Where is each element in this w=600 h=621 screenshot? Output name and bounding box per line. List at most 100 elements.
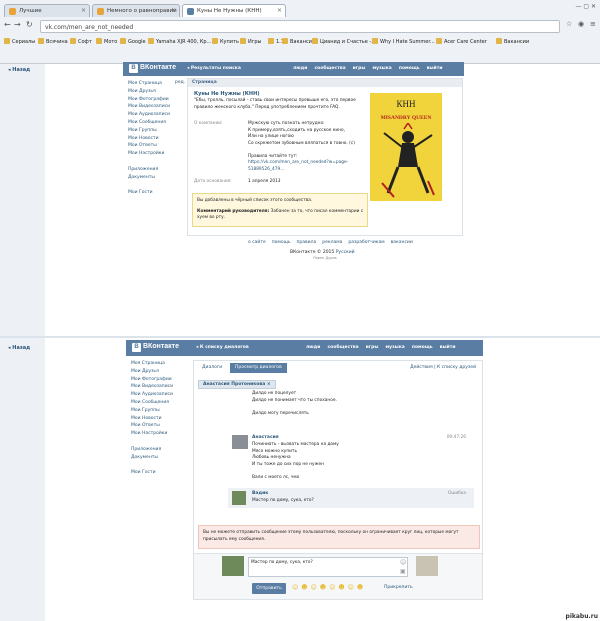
bookmark-item[interactable]: Сериалы bbox=[4, 38, 35, 48]
vk-logo[interactable]: В ВКонтакте bbox=[129, 64, 176, 73]
nav-item[interactable]: помощь bbox=[399, 66, 420, 71]
nav-item[interactable]: музыка bbox=[385, 345, 404, 350]
msg2-author[interactable]: Вадик bbox=[252, 491, 268, 496]
nav-item[interactable]: люди bbox=[293, 66, 307, 71]
dialogs-crumb[interactable]: ◂ К списку диалогов bbox=[196, 345, 249, 350]
menu-item[interactable]: Мои Группы bbox=[128, 127, 170, 135]
back-arrow-icon[interactable]: ← bbox=[4, 20, 11, 29]
group-cover[interactable]: КНН MISANDRY QUEEN bbox=[370, 93, 442, 201]
avatar-vadik[interactable] bbox=[232, 491, 246, 505]
tab-view-dialogs[interactable]: Просмотр диалогов bbox=[230, 363, 287, 373]
menu-item[interactable]: Мои Гости bbox=[131, 469, 173, 477]
nav-item[interactable]: выйти bbox=[427, 66, 443, 71]
bookmark-item[interactable]: Всячина bbox=[38, 38, 68, 48]
footer-link[interactable]: правила bbox=[296, 240, 316, 245]
menu-item[interactable]: Мои Новости bbox=[131, 415, 173, 423]
bookmark-item[interactable]: Yamaha XJR 400, Кр... bbox=[148, 38, 211, 48]
nav-item[interactable]: сообщества bbox=[314, 66, 345, 71]
bookmark-item[interactable]: Google bbox=[120, 38, 146, 48]
menu-item[interactable]: Мои Аудиозаписи bbox=[131, 391, 173, 399]
emoji-icon[interactable]: ☺ bbox=[329, 584, 335, 591]
emoji-icon[interactable]: ☺ bbox=[348, 584, 354, 591]
nav-item[interactable]: люди bbox=[306, 345, 320, 350]
star-icon[interactable]: ☆ bbox=[566, 20, 572, 28]
actions-links[interactable]: Действия | К списку друзей bbox=[410, 365, 476, 370]
nav-item[interactable]: помощь bbox=[412, 345, 433, 350]
tab-equality[interactable]: Немного о равноправии × bbox=[92, 4, 180, 17]
tab-best[interactable]: Лучшие × bbox=[4, 4, 90, 17]
menu-item[interactable]: Мои Аудиозаписи bbox=[128, 111, 170, 119]
recipient-chip[interactable]: Анастасия Протоникова × bbox=[198, 380, 276, 389]
nav-item[interactable]: игры bbox=[366, 345, 379, 350]
nav-item[interactable]: выйти bbox=[440, 345, 456, 350]
menu-item[interactable]: Моя Страница bbox=[131, 360, 173, 368]
emoji-icon[interactable]: ☺ bbox=[292, 584, 298, 591]
extension-icon[interactable]: ◉ bbox=[578, 20, 584, 28]
attach-link[interactable]: Прикрепить bbox=[384, 585, 413, 590]
back-link[interactable]: ◂ Назад bbox=[8, 67, 30, 73]
recipient-avatar[interactable] bbox=[416, 556, 438, 576]
menu-item[interactable]: Мои Настройки bbox=[128, 150, 170, 158]
back-link-2[interactable]: ◂ Назад bbox=[8, 345, 30, 351]
menu-item[interactable]: Мои Настройки bbox=[131, 430, 173, 438]
emoji-icon[interactable]: ☻ bbox=[320, 584, 326, 591]
menu-item[interactable]: Мои Видеозаписи bbox=[128, 103, 170, 111]
menu-item[interactable]: Мои Новости bbox=[128, 135, 170, 143]
close-icon[interactable]: × bbox=[277, 7, 282, 14]
menu-item[interactable]: Моя Страница bbox=[128, 80, 170, 88]
nav-item[interactable]: сообщества bbox=[327, 345, 358, 350]
send-button[interactable]: Отправить bbox=[252, 583, 286, 594]
camera-icon[interactable]: ▣ bbox=[400, 568, 406, 575]
nav-item[interactable]: музыка bbox=[372, 66, 391, 71]
menu-item[interactable]: Мои Видеозаписи bbox=[131, 383, 173, 391]
menu-item[interactable]: Мои Гости bbox=[128, 189, 170, 197]
footer-link[interactable]: реклама bbox=[322, 240, 342, 245]
bookmark-item[interactable]: Цианид и Счастье -... bbox=[312, 38, 376, 48]
tab-dialogs[interactable]: Диалоги bbox=[202, 365, 222, 370]
emoji-icon[interactable]: ☻ bbox=[357, 584, 363, 591]
nav-item[interactable]: игры bbox=[353, 66, 366, 71]
menu-item[interactable]: Мои Сообщения bbox=[131, 399, 173, 407]
emoji-icon[interactable]: ☻ bbox=[338, 584, 344, 591]
menu-item[interactable]: Мои Ответы bbox=[128, 142, 170, 150]
edit-link[interactable]: ред. bbox=[175, 80, 185, 85]
footer-link[interactable]: о сайте bbox=[248, 240, 266, 245]
menu-icon[interactable]: ≡ bbox=[590, 20, 596, 28]
bookmark-item[interactable]: Мото bbox=[96, 38, 117, 48]
menu-item[interactable]: Мои Фотографии bbox=[128, 96, 170, 104]
close-icon[interactable]: × bbox=[267, 382, 271, 387]
menu-item[interactable]: Мои Друзья bbox=[131, 368, 173, 376]
forward-arrow-icon[interactable]: → bbox=[14, 20, 21, 29]
bookmark-item[interactable]: Вакансии bbox=[282, 38, 315, 48]
menu-item[interactable]: Мои Группы bbox=[131, 407, 173, 415]
bookmark-item[interactable]: Вакансии bbox=[496, 38, 529, 48]
menu-item[interactable]: Мои Ответы bbox=[131, 422, 173, 430]
menu-item[interactable]: Мои Фотографии bbox=[131, 376, 173, 384]
menu-item[interactable]: Мои Сообщения bbox=[128, 119, 170, 127]
footer-link[interactable]: помощь bbox=[272, 240, 291, 245]
message-input[interactable]: Мастер по дому, сука, кто? bbox=[248, 557, 408, 577]
emoji-icon[interactable]: ☻ bbox=[301, 584, 307, 591]
avatar-anastasia[interactable] bbox=[232, 435, 248, 449]
footer-link[interactable]: вакансии bbox=[391, 240, 413, 245]
menu-item[interactable]: Документы bbox=[128, 174, 170, 182]
emoji-icon[interactable]: ☺ bbox=[311, 584, 317, 591]
close-icon[interactable]: × bbox=[81, 7, 86, 14]
vk-logo-2[interactable]: В ВКонтакте bbox=[132, 343, 179, 352]
menu-item[interactable]: Приложения bbox=[131, 446, 173, 454]
bookmark-item[interactable]: Игры bbox=[240, 38, 262, 48]
footer-link[interactable]: разработчикам bbox=[348, 240, 384, 245]
search-results-link[interactable]: ◂ Результаты поиска bbox=[187, 66, 241, 71]
menu-item[interactable]: Приложения bbox=[128, 166, 170, 174]
menu-item[interactable]: Документы bbox=[131, 454, 173, 462]
smile-icon[interactable]: ☺ bbox=[400, 559, 406, 566]
reload-icon[interactable]: ↻ bbox=[26, 20, 33, 29]
window-controls[interactable]: — ▢ ✕ bbox=[575, 3, 596, 10]
bookmark-item[interactable]: Софт bbox=[70, 38, 92, 48]
bookmark-item[interactable]: Acer Care Center bbox=[436, 38, 487, 48]
bookmark-item[interactable]: Купить bbox=[212, 38, 239, 48]
bookmark-item[interactable]: Why I Hate Summer... bbox=[372, 38, 435, 48]
tab-knn[interactable]: Куны Не Нужны (КНН) × bbox=[182, 4, 286, 17]
menu-item[interactable]: Мои Друзья bbox=[128, 88, 170, 96]
msg1-author[interactable]: Анастасия bbox=[252, 435, 279, 440]
